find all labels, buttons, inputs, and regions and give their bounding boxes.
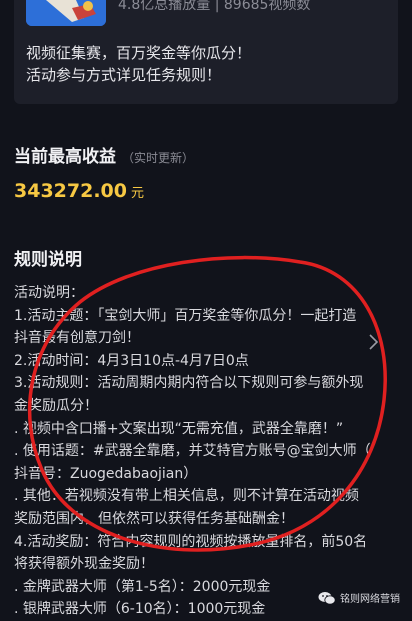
rules-line: 活动说明： [14,285,84,301]
rules-line: 2.活动时间：4月3日10点-4月7日0点 [14,352,249,369]
campaign-description-line: 视频征集赛，百万奖金等你瓜分！ [26,44,252,62]
rules-line: 金奖励瓜分！ [14,397,98,414]
rules-line: . 其他：若视频没有带上相关信息，则不计算在活动视频 [14,488,359,505]
rules-body[interactable]: 活动说明： 1.活动主题：「宝剑大师」百万奖金等你瓜分！一起打造 抖音最有创意刀… [14,282,394,621]
rules-title: 规则说明 [14,250,82,270]
rules-line: 4.活动奖励：符合内容规则的视频按播放量排名，前50名 [14,533,368,550]
wechat-icon [318,591,336,605]
earnings-amount: 343272.00 元 [14,180,144,202]
campaign-description-line: 活动参与方式详见任务规则！ [26,66,222,84]
watermark: 铭则网络营销 [318,590,400,605]
earnings-subtitle: （实时更新） [122,151,195,165]
campaign-thumbnail [26,0,106,26]
campaign-description: 视频征集赛，百万奖金等你瓜分！ 活动参与方式详见任务规则！ [26,42,251,86]
rules-line: 1.活动主题：「宝剑大师」百万奖金等你瓜分！一起打造 [14,307,357,324]
watermark-text: 铭则网络营销 [340,594,400,605]
rules-line: 抖音最有创意刀剑！ [14,330,140,347]
earnings-title: 当前最高收益 （实时更新） [14,147,195,167]
rules-line: 奖励范围内，但依然可以获得任务基础酬金！ [14,510,294,527]
earnings-value: 343272.00 [14,180,127,202]
rules-line: . 使用话题：#武器全靠磨，并艾特官方账号@宝剑大师（ [14,443,371,460]
earnings-unit: 元 [130,186,144,201]
campaign-stats: 4.8亿总播放量 | 89685视频数 [118,0,311,13]
rules-line: 抖音号：Zuogedabaojian） [14,465,198,482]
rules-line: . 视频中含口播+文案出现“无需充值，武器全靠磨！” [14,420,344,437]
rules-line: 3.活动规则：活动周期内期内符合以下规则可参与额外现 [14,375,364,392]
rules-line: 将获得额外现金奖励！ [14,556,154,573]
chevron-right-icon[interactable] [366,330,382,354]
promo-card: 4.8亿总播放量 | 89685视频数 视频征集赛，百万奖金等你瓜分！ 活动参与… [14,0,398,104]
